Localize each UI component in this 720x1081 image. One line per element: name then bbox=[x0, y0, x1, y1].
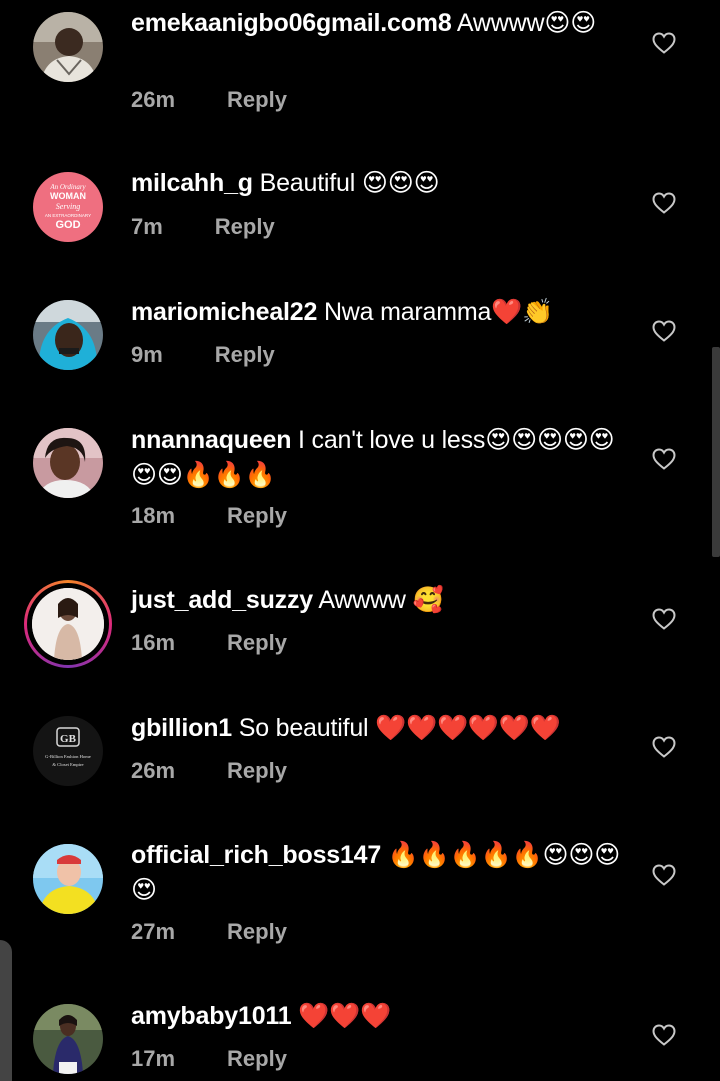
heart-outline-icon[interactable] bbox=[652, 864, 676, 886]
avatar-text-line: GOD bbox=[55, 219, 80, 231]
comment-time: 27m bbox=[131, 919, 176, 944]
logo-avatar-icon[interactable]: GB G-Billion Fashion Home & Closet Empir… bbox=[33, 716, 103, 786]
comment-username[interactable]: milcahh_g bbox=[131, 169, 253, 197]
comment-body: Nwa maramma❤️👏 bbox=[317, 298, 554, 326]
comment-username[interactable]: nnannaqueen bbox=[131, 426, 292, 454]
comment-body: So beautiful ❤️❤️❤️❤️❤️❤️ bbox=[231, 714, 561, 742]
avatar-text-line: & Closet Empire bbox=[52, 762, 83, 767]
woman-avatar-icon[interactable] bbox=[33, 428, 103, 498]
avatar-text-line: An Ordinary bbox=[49, 183, 86, 191]
comment-username[interactable]: just_add_suzzy bbox=[131, 586, 313, 614]
comment-body: Awwww 🥰 bbox=[312, 586, 444, 614]
heart-outline-icon[interactable] bbox=[652, 448, 676, 470]
comment-time: 7m bbox=[131, 214, 163, 239]
reply-button[interactable]: Reply bbox=[227, 919, 287, 944]
heart-outline-icon[interactable] bbox=[652, 192, 676, 214]
quote-avatar-icon[interactable]: An Ordinary WOMAN Serving AN EXTRAORDINA… bbox=[33, 172, 103, 242]
comment-username[interactable]: official_rich_boss147 bbox=[131, 841, 381, 869]
comment-time: 16m bbox=[131, 630, 176, 655]
comment-username[interactable]: amybaby1011 bbox=[131, 1002, 292, 1030]
heart-outline-icon[interactable] bbox=[652, 736, 676, 758]
comment-meta: 9m Reply bbox=[131, 340, 275, 370]
comment-time: 9m bbox=[131, 342, 163, 367]
comment-meta: 27m Reply bbox=[131, 917, 287, 947]
comment-body: Awwww😍😍 bbox=[451, 9, 597, 37]
comment-body: Beautiful 😍😍😍 bbox=[252, 169, 440, 197]
edge-panel-handle[interactable] bbox=[0, 940, 12, 1081]
comment-text: emekaanigbo06gmail.com8 Awwww😍😍 bbox=[131, 6, 621, 41]
comment-meta: 26m Reply bbox=[131, 756, 287, 786]
comment-text: amybaby1011 ❤️❤️❤️ bbox=[131, 999, 621, 1034]
comment-text: mariomicheal22 Nwa maramma❤️👏 bbox=[131, 295, 621, 330]
story-ring bbox=[27, 583, 109, 665]
comment-text: gbillion1 So beautiful ❤️❤️❤️❤️❤️❤️ bbox=[131, 711, 621, 746]
avatar-text-line: WOMAN bbox=[50, 191, 86, 201]
story-avatar-icon[interactable] bbox=[24, 580, 112, 668]
comment-meta: 7m Reply bbox=[131, 212, 275, 242]
comment-username[interactable]: gbillion1 bbox=[131, 714, 232, 742]
comment-meta: 16m Reply bbox=[131, 628, 287, 658]
comment-text: nnannaqueen I can't love u less😍😍😍😍😍😍😍🔥🔥… bbox=[131, 423, 621, 493]
comment-text: just_add_suzzy Awwww 🥰 bbox=[131, 583, 621, 618]
comment-meta: 17m Reply bbox=[131, 1044, 287, 1074]
reply-button[interactable]: Reply bbox=[227, 630, 287, 655]
reply-button[interactable]: Reply bbox=[227, 503, 287, 528]
hoodie-avatar-icon[interactable] bbox=[33, 300, 103, 370]
avatar-text-line: Serving bbox=[56, 202, 80, 211]
scrollbar-thumb[interactable] bbox=[712, 347, 720, 557]
comment-time: 18m bbox=[131, 503, 176, 528]
reply-button[interactable]: Reply bbox=[215, 342, 275, 367]
yellow-shirt-avatar-icon[interactable] bbox=[33, 844, 103, 914]
comment-body: ❤️❤️❤️ bbox=[291, 1002, 391, 1030]
comment-username[interactable]: emekaanigbo06gmail.com8 bbox=[131, 9, 452, 37]
reply-button[interactable]: Reply bbox=[227, 87, 287, 112]
comment-time: 26m bbox=[131, 758, 176, 783]
comment-text: milcahh_g Beautiful 😍😍😍 bbox=[131, 166, 621, 201]
reply-button[interactable]: Reply bbox=[215, 214, 275, 239]
comment-time: 17m bbox=[131, 1046, 176, 1071]
comment-meta: 18m Reply bbox=[131, 501, 287, 531]
reply-button[interactable]: Reply bbox=[227, 1046, 287, 1071]
avatar-text-line: G-Billion Fashion Home bbox=[45, 754, 91, 759]
reply-button[interactable]: Reply bbox=[227, 758, 287, 783]
avatar-text-line: GB bbox=[60, 733, 77, 745]
comment-meta: 26m Reply bbox=[131, 85, 287, 115]
avatar-text-line: AN EXTRAORDINARY bbox=[45, 213, 91, 218]
comment-username[interactable]: mariomicheal22 bbox=[131, 298, 317, 326]
heart-outline-icon[interactable] bbox=[652, 32, 676, 54]
comment-text: official_rich_boss147 🔥🔥🔥🔥🔥😍😍😍😍 bbox=[131, 838, 621, 908]
heart-outline-icon[interactable] bbox=[652, 1024, 676, 1046]
lady-avatar-icon[interactable] bbox=[33, 1004, 103, 1074]
heart-outline-icon[interactable] bbox=[652, 608, 676, 630]
heart-outline-icon[interactable] bbox=[652, 320, 676, 342]
man-avatar-icon[interactable] bbox=[33, 12, 103, 82]
comment-time: 26m bbox=[131, 87, 176, 112]
